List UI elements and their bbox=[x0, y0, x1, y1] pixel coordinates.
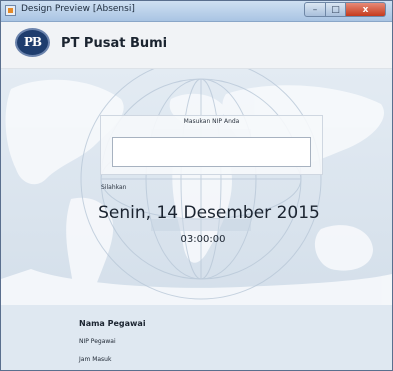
employee-info-panel bbox=[1, 305, 392, 370]
world-map-background bbox=[1, 69, 392, 305]
check-in-time-label: Jam Masuk bbox=[79, 356, 112, 363]
current-time: 03:00:00 bbox=[180, 234, 226, 245]
close-button[interactable]: x bbox=[346, 2, 386, 17]
maximize-button[interactable]: □ bbox=[326, 2, 346, 17]
nip-prompt-label: Masukan NIP Anda bbox=[183, 118, 240, 125]
current-date: Senin, 14 Desember 2015 bbox=[98, 203, 320, 223]
minimize-button[interactable]: – bbox=[304, 2, 326, 17]
app-window: Design Preview [Absensi] – □ x PB PT Pus… bbox=[0, 0, 393, 371]
employee-name-label: Nama Pegawai bbox=[79, 319, 146, 328]
company-name: PT Pusat Bumi bbox=[61, 36, 168, 51]
nip-prompt-panel: Masukan NIP Anda bbox=[100, 115, 323, 175]
title-bar[interactable]: Design Preview [Absensi] – □ x bbox=[1, 1, 392, 22]
header-bar: PB PT Pusat Bumi bbox=[1, 22, 392, 69]
app-icon bbox=[5, 5, 16, 16]
company-logo: PB bbox=[15, 28, 50, 57]
employee-nip-label: NIP Pegawai bbox=[79, 338, 116, 345]
world-map-graphic bbox=[1, 69, 392, 305]
window-controls: – □ x bbox=[304, 2, 386, 17]
window-title: Design Preview [Absensi] bbox=[21, 4, 135, 14]
logo-text: PB bbox=[23, 35, 42, 49]
nip-input[interactable] bbox=[112, 137, 311, 167]
instruction-label: Silahkan bbox=[101, 184, 127, 191]
